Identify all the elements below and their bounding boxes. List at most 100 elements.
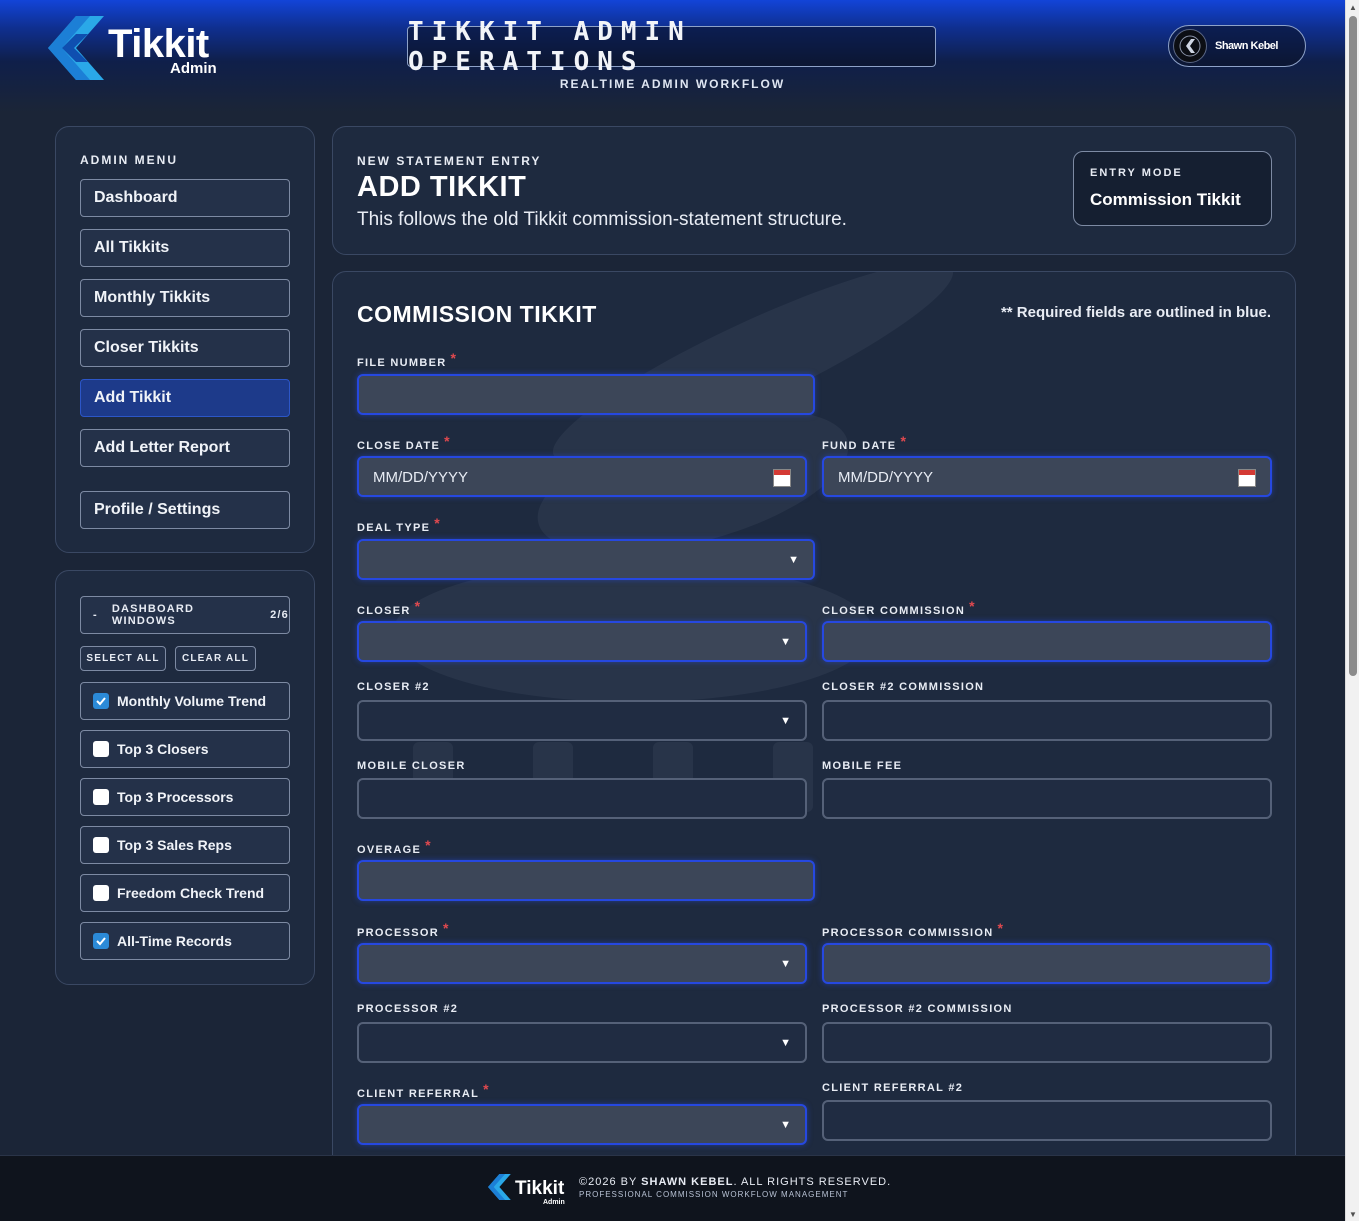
checkbox-checked-icon[interactable] [93, 933, 109, 949]
fund-date-placeholder: MM/DD/YYYY [838, 469, 934, 486]
menu-item-closer-tikkits[interactable]: Closer Tikkits [80, 329, 290, 367]
deal-type-select[interactable]: ▼ [357, 539, 815, 580]
page-scrollbar[interactable]: ▲ ▼ [1345, 0, 1359, 1221]
checkbox-icon[interactable] [93, 741, 109, 757]
window-option-top-3-processors[interactable]: Top 3 Processors [80, 778, 290, 816]
chevron-down-icon: ▼ [780, 958, 791, 970]
closer-label: CLOSER * [357, 598, 422, 617]
required-star: * [900, 433, 908, 449]
footer-copyright: ©2026 BY SHAWN KEBEL. ALL RIGHTS RESERVE… [579, 1176, 892, 1188]
menu-item-profile-settings[interactable]: Profile / Settings [80, 491, 290, 529]
window-option-all-time-records[interactable]: All-Time Records [80, 922, 290, 960]
chevron-down-icon: ▼ [780, 636, 791, 648]
footer-logo-text: Tikkit [515, 1178, 565, 1199]
entry-kicker: NEW STATEMENT ENTRY [357, 154, 542, 168]
processor2-commission-input[interactable] [822, 1022, 1272, 1063]
closer2-label: CLOSER #2 [357, 681, 430, 693]
processor2-label: PROCESSOR #2 [357, 1003, 459, 1015]
entry-mode-box: ENTRY MODE Commission Tikkit [1073, 151, 1272, 226]
menu-item-add-letter-report[interactable]: Add Letter Report [80, 429, 290, 467]
dashboard-windows-panel: - DASHBOARD WINDOWS 2/6 SELECT ALL CLEAR… [55, 570, 315, 985]
checkbox-icon[interactable] [93, 885, 109, 901]
entry-title: ADD TIKKIT [357, 171, 527, 203]
processor2-select[interactable]: ▼ [357, 1022, 807, 1063]
mobile-fee-label: MOBILE FEE [822, 760, 903, 772]
processor-select[interactable]: ▼ [357, 943, 807, 984]
closer2-select[interactable]: ▼ [357, 700, 807, 741]
admin-menu-panel: ADMIN MENU Dashboard All Tikkits Monthly… [55, 126, 315, 553]
menu-item-all-tikkits[interactable]: All Tikkits [80, 229, 290, 267]
menu-item-monthly-tikkits[interactable]: Monthly Tikkits [80, 279, 290, 317]
checkbox-icon[interactable] [93, 789, 109, 805]
window-option-monthly-volume-trend[interactable]: Monthly Volume Trend [80, 682, 290, 720]
app-footer: Tikkit Admin ©2026 BY SHAWN KEBEL. ALL R… [0, 1155, 1345, 1221]
menu-item-dashboard[interactable]: Dashboard [80, 179, 290, 217]
calendar-icon[interactable] [773, 469, 791, 487]
mobile-fee-input[interactable] [822, 778, 1272, 819]
tikkit-logo-icon [48, 16, 104, 80]
checkbox-icon[interactable] [93, 837, 109, 853]
user-menu-button[interactable]: Shawn Kebel [1168, 25, 1306, 67]
closer2-commission-input[interactable] [822, 700, 1272, 741]
window-option-top-3-sales-reps[interactable]: Top 3 Sales Reps [80, 826, 290, 864]
closer2-commission-label: CLOSER #2 COMMISSION [822, 681, 985, 693]
required-star: * [969, 598, 976, 614]
required-star: * [425, 837, 432, 853]
collapse-icon: - [93, 609, 98, 621]
scroll-up-icon[interactable]: ▲ [1346, 0, 1359, 14]
overage-input[interactable] [357, 860, 815, 901]
clear-all-button[interactable]: CLEAR ALL [175, 646, 256, 671]
entry-description: This follows the old Tikkit commission-s… [357, 209, 847, 230]
mobile-closer-input[interactable] [357, 778, 807, 819]
entry-mode-value: Commission Tikkit [1090, 190, 1241, 209]
client-referral-label: CLIENT REFERRAL * [357, 1081, 490, 1100]
user-logo-icon [1179, 35, 1201, 57]
chevron-down-icon: ▼ [780, 715, 791, 727]
mobile-closer-label: MOBILE CLOSER [357, 760, 466, 772]
closer-commission-input[interactable] [822, 621, 1272, 662]
chevron-down-icon: ▼ [788, 554, 799, 566]
page-title-box: TIKKIT ADMIN OPERATIONS [407, 17, 936, 77]
window-option-top-3-closers[interactable]: Top 3 Closers [80, 730, 290, 768]
overage-label: OVERAGE * [357, 837, 432, 856]
dashboard-windows-count: 2/6 [270, 609, 289, 621]
file-number-input[interactable] [357, 374, 815, 415]
select-all-button[interactable]: SELECT ALL [80, 646, 166, 671]
required-star: * [414, 598, 422, 614]
window-option-label: Monthly Volume Trend [117, 693, 267, 709]
checkbox-checked-icon[interactable] [93, 693, 109, 709]
processor-commission-input[interactable] [822, 943, 1272, 984]
processor2-commission-label: PROCESSOR #2 COMMISSION [822, 1003, 1013, 1015]
required-star: * [444, 433, 451, 449]
chevron-down-icon: ▼ [780, 1037, 791, 1049]
fund-date-input[interactable]: MM/DD/YYYY [822, 456, 1272, 497]
commission-form-panel: COMMISSION TIKKIT ** Required fields are… [332, 271, 1296, 1191]
app-header: Tikkit Admin TIKKIT ADMIN OPERATIONS REA… [0, 0, 1345, 112]
closer-select[interactable]: ▼ [357, 621, 807, 662]
dashboard-windows-toggle[interactable]: - DASHBOARD WINDOWS 2/6 [80, 596, 290, 634]
close-date-input[interactable]: MM/DD/YYYY [357, 456, 807, 497]
logo-sub: Admin [170, 60, 217, 77]
processor-label: PROCESSOR * [357, 920, 450, 939]
client-referral2-input[interactable] [822, 1100, 1272, 1141]
scroll-down-icon[interactable]: ▼ [1346, 1207, 1359, 1221]
tikkit-logo-icon [488, 1174, 511, 1200]
menu-item-add-tikkit[interactable]: Add Tikkit [80, 379, 290, 417]
calendar-icon[interactable] [1238, 469, 1256, 487]
required-star: * [450, 350, 458, 366]
window-option-label: Top 3 Sales Reps [117, 837, 232, 853]
required-star: * [443, 920, 450, 936]
entry-header-panel: NEW STATEMENT ENTRY ADD TIKKIT This foll… [332, 126, 1296, 255]
required-star: * [483, 1081, 490, 1097]
footer-logo[interactable]: Tikkit Admin [487, 1174, 565, 1206]
close-date-placeholder: MM/DD/YYYY [373, 469, 469, 486]
app-logo[interactable]: Tikkit Admin [46, 16, 226, 80]
window-option-freedom-check-trend[interactable]: Freedom Check Trend [80, 874, 290, 912]
admin-menu-heading: ADMIN MENU [80, 153, 178, 167]
window-option-label: Top 3 Processors [117, 789, 234, 805]
required-star: * [434, 515, 441, 531]
client-referral-select[interactable]: ▼ [357, 1104, 807, 1145]
required-note: ** Required fields are outlined in blue. [1000, 304, 1271, 321]
page-title: TIKKIT ADMIN OPERATIONS [408, 16, 692, 77]
scroll-thumb[interactable] [1349, 16, 1357, 676]
